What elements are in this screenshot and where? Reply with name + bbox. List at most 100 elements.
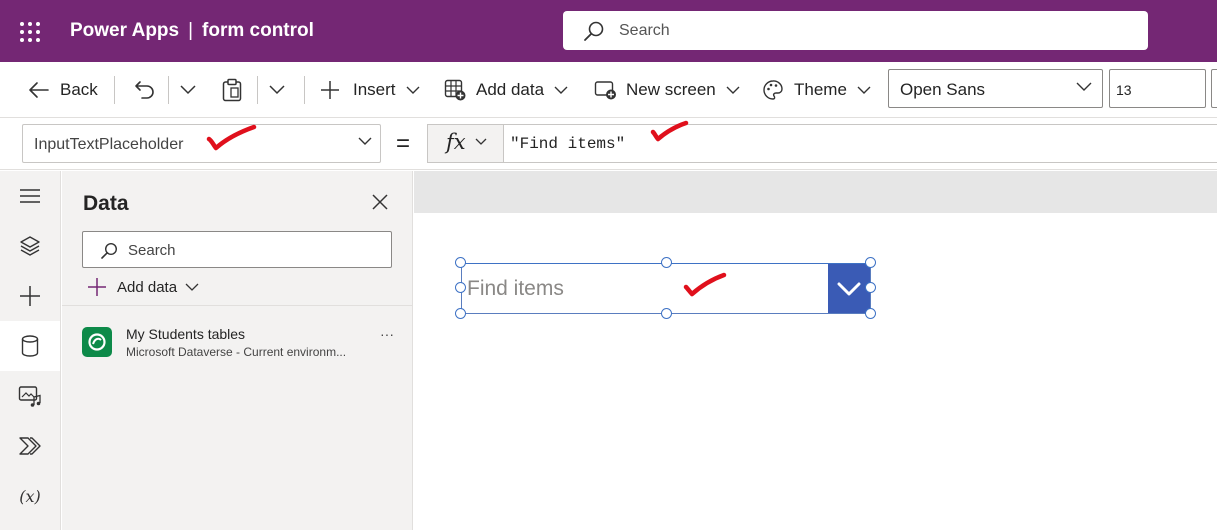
undo-menu-button[interactable] <box>180 62 196 118</box>
data-pane: Data Search Add data My Students tables … <box>62 171 413 530</box>
back-arrow-icon <box>29 82 49 98</box>
back-button[interactable]: Back <box>28 62 98 118</box>
plus-icon <box>88 278 106 296</box>
font-size-value: 13 <box>1116 82 1132 98</box>
new-screen-button[interactable]: New screen <box>594 62 740 118</box>
divider <box>304 76 305 104</box>
add-data-label: Add data <box>476 80 545 99</box>
chevron-down-icon <box>358 137 372 145</box>
left-rail: (x) <box>0 171 61 530</box>
resize-handle[interactable] <box>455 257 466 268</box>
new-screen-icon <box>594 81 616 100</box>
resize-handle[interactable] <box>865 308 876 319</box>
pane-title: Data <box>83 192 129 215</box>
app-title: Power Apps | form control <box>70 20 314 42</box>
chevron-down-icon <box>726 86 740 94</box>
add-data-button[interactable]: Add data <box>444 62 568 118</box>
chevron-down-icon <box>269 85 285 95</box>
global-search-input[interactable]: Search <box>563 11 1148 50</box>
title-separator: | <box>188 20 194 41</box>
pane-add-data-button[interactable]: Add data <box>87 277 199 297</box>
variables-icon: (x) <box>19 486 41 506</box>
chevron-down-icon <box>180 85 196 95</box>
property-select[interactable]: InputTextPlaceholder <box>22 124 381 163</box>
media-rail-button[interactable] <box>0 371 60 421</box>
hamburger-button[interactable] <box>0 171 60 221</box>
chevron-down-icon <box>185 283 199 291</box>
paste-button[interactable] <box>222 62 242 118</box>
table-add-icon <box>444 79 466 101</box>
data-source-name: My Students tables <box>126 326 246 342</box>
combo-box-placeholder: Find items <box>467 277 564 300</box>
undo-icon <box>135 81 154 99</box>
chevron-down-icon <box>475 138 487 145</box>
tree-view-button[interactable] <box>0 221 60 271</box>
canvas-header-strip <box>414 171 1217 213</box>
function-button[interactable]: fx <box>427 124 503 163</box>
checkmark-annotation <box>650 120 689 142</box>
insert-rail-button[interactable] <box>0 271 60 321</box>
equals-sign: = <box>396 130 411 157</box>
plus-icon <box>321 81 339 99</box>
insert-label: Insert <box>353 80 396 99</box>
toolbar-overflow-control[interactable] <box>1211 69 1217 108</box>
search-icon <box>101 242 118 259</box>
paste-menu-button[interactable] <box>269 62 285 118</box>
data-search-placeholder: Search <box>128 242 176 259</box>
title-bar: Power Apps | form control Search <box>0 0 1217 62</box>
chevron-down-icon <box>857 86 871 94</box>
pane-add-data-label: Add data <box>117 278 178 296</box>
palette-icon <box>763 80 783 100</box>
variables-rail-button[interactable]: (x) <box>0 471 60 521</box>
waffle-icon[interactable] <box>20 22 40 42</box>
combo-box-control[interactable]: Find items <box>461 263 871 314</box>
chevron-down-icon <box>406 86 420 94</box>
database-icon <box>21 335 39 357</box>
flows-rail-button[interactable] <box>0 421 60 471</box>
property-value: InputTextPlaceholder <box>34 136 184 153</box>
divider <box>114 76 115 104</box>
resize-handle[interactable] <box>661 257 672 268</box>
combo-box-expand-button[interactable] <box>828 264 870 313</box>
font-size-input[interactable]: 13 <box>1109 69 1206 108</box>
data-source-item[interactable]: My Students tables Microsoft Dataverse -… <box>82 326 402 362</box>
media-icon <box>18 386 41 407</box>
formula-value: "Find items" <box>510 135 626 153</box>
close-icon[interactable] <box>371 193 389 211</box>
undo-button[interactable] <box>134 62 156 118</box>
layers-icon <box>20 236 40 256</box>
font-family-select[interactable]: Open Sans <box>888 69 1103 108</box>
more-options-icon[interactable]: ··· <box>380 326 394 342</box>
chevron-down-icon <box>1076 82 1092 91</box>
fx-icon: fx <box>446 130 466 154</box>
resize-handle[interactable] <box>455 282 466 293</box>
canvas-area: Find items <box>414 171 1217 530</box>
theme-button[interactable]: Theme <box>762 62 871 118</box>
resize-handle[interactable] <box>865 257 876 268</box>
back-label: Back <box>60 80 98 99</box>
chevron-down-icon <box>554 86 568 94</box>
checkmark-annotation <box>683 272 727 297</box>
resize-handle[interactable] <box>661 308 672 319</box>
theme-label: Theme <box>794 80 847 99</box>
data-rail-button[interactable] <box>0 321 60 371</box>
chevron-down-icon <box>837 282 861 295</box>
resize-handle[interactable] <box>455 308 466 319</box>
data-search-input[interactable]: Search <box>82 231 392 268</box>
new-screen-label: New screen <box>626 80 716 99</box>
dataverse-icon <box>82 327 112 357</box>
app-name: form control <box>202 20 314 41</box>
product-name[interactable]: Power Apps <box>70 20 179 41</box>
pane-divider <box>62 305 412 306</box>
resize-handle[interactable] <box>865 282 876 293</box>
global-search-placeholder: Search <box>619 22 670 39</box>
data-source-subtitle: Microsoft Dataverse - Current environm..… <box>126 345 347 359</box>
insert-button[interactable]: Insert <box>320 62 420 118</box>
divider <box>257 76 258 104</box>
plus-icon <box>20 286 40 306</box>
font-family-value: Open Sans <box>900 80 986 99</box>
formula-input[interactable]: "Find items" <box>503 124 1217 163</box>
checkmark-annotation <box>206 124 257 151</box>
hamburger-icon <box>20 189 40 203</box>
divider <box>168 76 169 104</box>
